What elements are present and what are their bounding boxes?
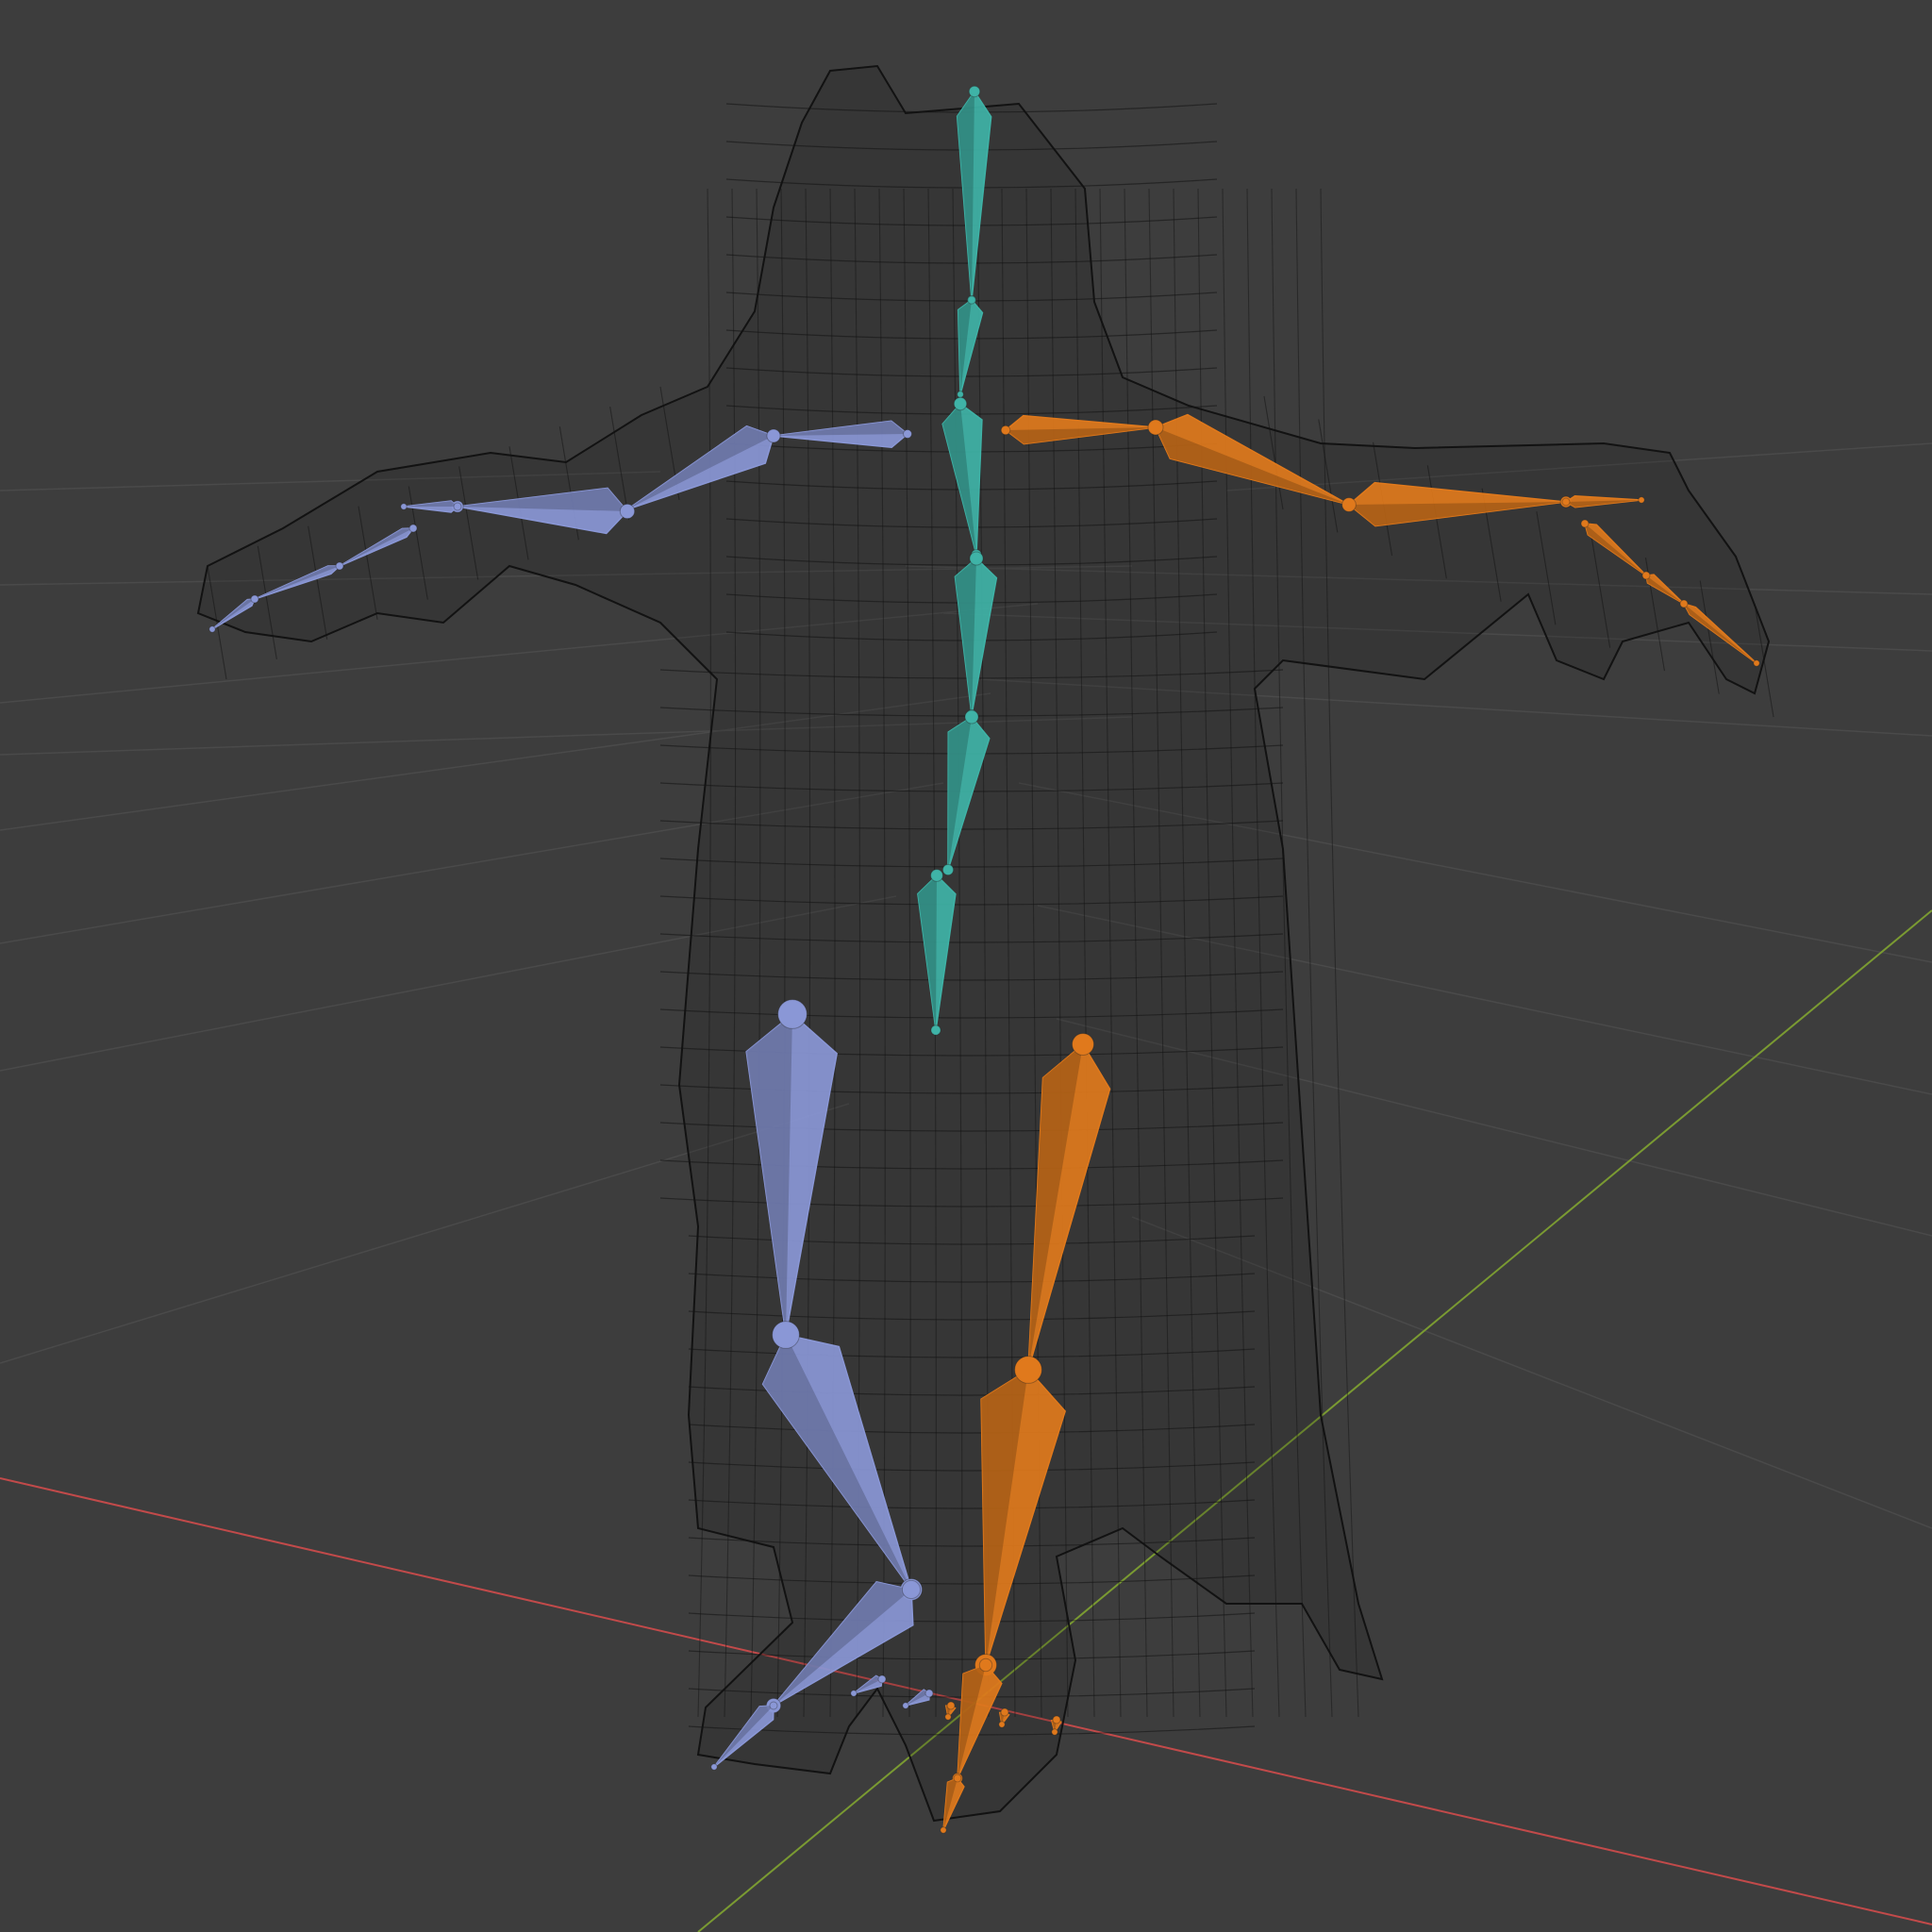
right-foot-bone-head-joint[interactable] [978,1657,993,1673]
left-toe-small-2-tail-joint[interactable] [902,1702,909,1709]
right-leg-thigh-head-joint[interactable] [1071,1032,1095,1057]
left-arm-forearm-head-joint[interactable] [619,503,636,520]
right-arm-forearm-head-joint[interactable] [1341,497,1357,512]
3d-viewport[interactable] [0,0,1932,1932]
left-finger-2-head-joint[interactable] [335,561,344,571]
left-hand-bone-head-joint[interactable] [453,502,462,511]
spine-bone-chest-upper-head-joint[interactable] [953,396,968,411]
right-leg-shin-head-joint[interactable] [1014,1356,1042,1384]
right-finger-1-head-joint[interactable] [1580,519,1590,528]
left-toe-small-2-head-joint[interactable] [924,1689,934,1698]
right-hand-bone-tail-joint[interactable] [1638,496,1645,504]
left-toe-bone-head-joint[interactable] [769,1701,778,1710]
right-toe-small-2-tail-joint[interactable] [998,1721,1006,1728]
left-toe-small-1-head-joint[interactable] [877,1674,887,1684]
left-arm-upper-head-joint[interactable] [766,428,781,443]
right-finger-2-head-joint[interactable] [1641,571,1651,580]
right-toe-small-1-head-joint[interactable] [946,1701,956,1710]
left-finger-3-tail-joint[interactable] [208,625,216,633]
spine-bone-spine-head-joint[interactable] [964,709,979,724]
left-arm-shoulder-head-joint[interactable] [903,429,912,439]
right-toe-small-3-tail-joint[interactable] [1051,1728,1058,1736]
right-toe-small-3-head-joint[interactable] [1052,1715,1061,1724]
right-arm-upper-head-joint[interactable] [1147,419,1164,436]
right-finger-3-tail-joint[interactable] [1753,659,1760,667]
left-finger-1-head-joint[interactable] [408,524,418,533]
right-toe-small-1-tail-joint[interactable] [944,1713,952,1721]
left-leg-shin-head-joint[interactable] [772,1321,800,1349]
right-arm-shoulder-head-joint[interactable] [1000,425,1011,436]
spine-bone-hips-head-joint[interactable] [930,869,943,882]
viewport-canvas[interactable] [0,0,1932,1932]
spine-bone-neck-tail-joint[interactable] [957,391,964,398]
spine-bone-spine-tail-joint[interactable] [941,863,955,876]
right-toe-bone-head-joint[interactable] [953,1774,962,1783]
left-finger-3-head-joint[interactable] [250,594,259,604]
right-hand-bone-head-joint[interactable] [1561,497,1571,507]
left-leg-thigh-head-joint[interactable] [777,999,808,1029]
left-toe-bone-tail-joint[interactable] [710,1763,718,1771]
right-toe-bone-tail-joint[interactable] [940,1826,947,1834]
spine-bone-neck-head-joint[interactable] [967,295,976,305]
spine-bone-hips-tail-joint[interactable] [930,1024,941,1036]
spine-bone-chest-head-joint[interactable] [969,551,984,566]
spine-bone-head-head-joint[interactable] [968,85,981,98]
left-hand-bone-tail-joint[interactable] [400,503,408,510]
left-foot-bone-head-joint[interactable] [901,1579,922,1600]
left-toe-small-1-tail-joint[interactable] [850,1690,858,1697]
right-finger-3-head-joint[interactable] [1679,599,1689,608]
right-toe-small-2-head-joint[interactable] [1000,1707,1009,1717]
